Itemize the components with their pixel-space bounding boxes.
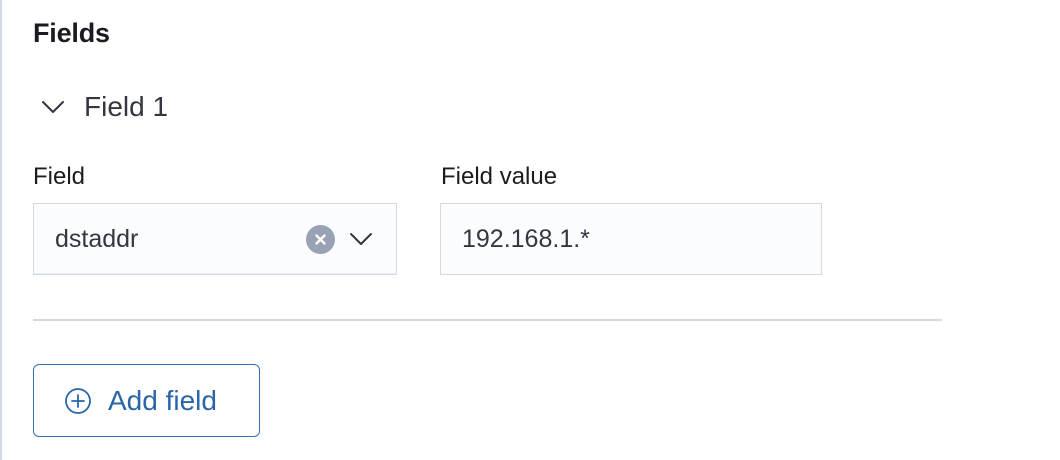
field-combobox-value: dstaddr — [55, 224, 139, 253]
divider — [33, 319, 942, 321]
section-title: Fields — [33, 18, 110, 48]
add-field-label: Add field — [108, 384, 217, 416]
add-field-button[interactable]: Add field — [33, 364, 260, 437]
accordion-toggle-field-1[interactable]: Field 1 — [38, 88, 168, 126]
plus-circle-icon — [64, 387, 92, 415]
field-label: Field — [33, 163, 86, 190]
fields-panel: Fields Field 1 Field Field value dstaddr — [0, 0, 1060, 460]
field-value-input[interactable] — [440, 203, 822, 275]
clear-icon[interactable] — [306, 225, 335, 254]
field-value-label: Field value — [441, 163, 558, 190]
chevron-down-icon[interactable] — [346, 224, 376, 254]
field-combobox[interactable]: dstaddr — [33, 203, 397, 275]
chevron-down-icon — [38, 92, 68, 122]
accordion-label: Field 1 — [84, 91, 169, 122]
